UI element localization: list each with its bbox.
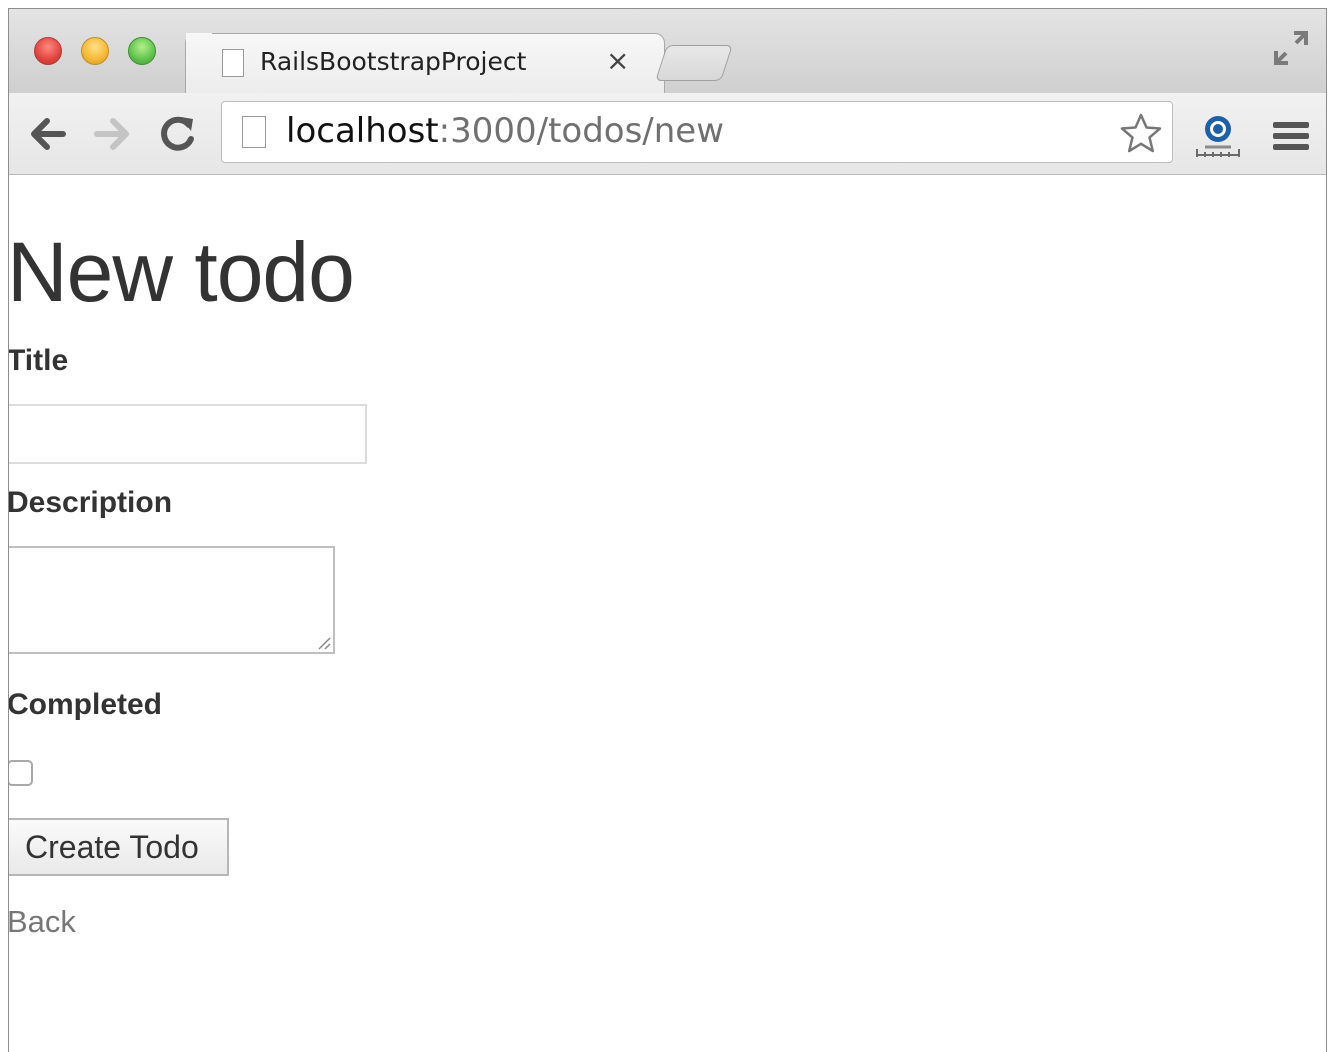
tab-title: RailsBootstrapProject xyxy=(260,47,527,76)
browser-window: RailsBootstrapProject × localhost:3000/t… xyxy=(8,8,1327,1052)
reload-icon[interactable] xyxy=(155,111,201,157)
zoom-window-button[interactable] xyxy=(128,37,156,65)
star-icon[interactable] xyxy=(1118,110,1164,156)
description-label: Description xyxy=(8,486,173,519)
page-title: New todo xyxy=(8,225,355,319)
title-input[interactable] xyxy=(9,404,367,464)
page-icon xyxy=(222,49,244,77)
url-host: localhost xyxy=(286,111,439,151)
page-content: New todo Title Description Completed Cre… xyxy=(9,176,1326,1052)
hamburger-menu-icon[interactable] xyxy=(1271,119,1311,153)
page-icon xyxy=(242,116,266,148)
resize-grip-icon[interactable] xyxy=(315,634,331,650)
arrow-right-icon[interactable] xyxy=(89,111,135,157)
completed-label: Completed xyxy=(8,688,163,721)
close-window-button[interactable] xyxy=(34,37,62,65)
tab-close-icon[interactable]: × xyxy=(606,44,629,77)
url-text[interactable]: localhost:3000/todos/new xyxy=(286,111,724,151)
extension-icon[interactable] xyxy=(1193,111,1243,161)
back-link[interactable]: Back xyxy=(9,904,76,940)
minimize-window-button[interactable] xyxy=(81,37,109,65)
url-path: :3000/todos/new xyxy=(438,111,725,151)
tab-strip: RailsBootstrapProject × xyxy=(9,9,1326,95)
fullscreen-icon[interactable] xyxy=(1272,29,1310,67)
browser-toolbar: localhost:3000/todos/new xyxy=(9,93,1326,175)
new-tab-button[interactable] xyxy=(655,45,733,81)
arrow-left-icon[interactable] xyxy=(25,111,71,157)
completed-checkbox[interactable] xyxy=(9,760,33,786)
title-label: Title xyxy=(8,344,69,377)
description-textarea[interactable] xyxy=(9,546,335,654)
tab-active[interactable]: RailsBootstrapProject × xyxy=(185,33,665,95)
address-bar[interactable]: localhost:3000/todos/new xyxy=(221,101,1173,163)
create-todo-button[interactable]: Create Todo xyxy=(9,818,229,876)
